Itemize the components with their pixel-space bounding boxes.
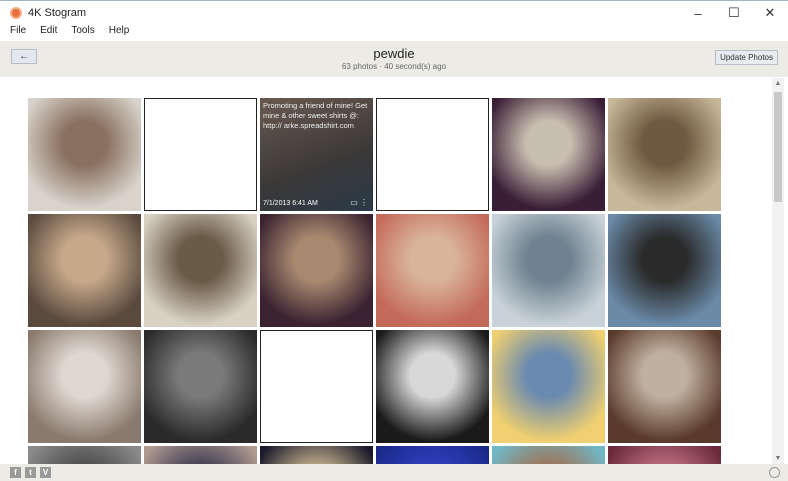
photo-tile[interactable]: [144, 446, 257, 464]
photo-tile[interactable]: [492, 98, 605, 211]
profile-header: ← pewdie 63 photos · 40 second(s) ago Up…: [0, 41, 788, 77]
footer-bar: f t V: [0, 464, 788, 481]
photo-tile[interactable]: [608, 214, 721, 327]
scroll-down-icon[interactable]: ▼: [772, 455, 784, 462]
maximize-button[interactable]: ☐: [716, 1, 752, 25]
scroll-thumb[interactable]: [774, 92, 782, 202]
close-button[interactable]: ✕: [752, 1, 788, 25]
photo-tile[interactable]: [28, 98, 141, 211]
photo-tile[interactable]: [492, 214, 605, 327]
photo-tile[interactable]: [260, 330, 373, 443]
photo-tile[interactable]: [144, 98, 257, 211]
scrollbar[interactable]: ▲ ▼: [772, 78, 784, 464]
vimeo-icon[interactable]: V: [40, 467, 51, 478]
photo-tile[interactable]: [376, 330, 489, 443]
photo-tile[interactable]: [608, 446, 721, 464]
photo-tile[interactable]: [608, 98, 721, 211]
profile-status: 63 photos · 40 second(s) ago: [341, 62, 447, 71]
photo-tile[interactable]: [144, 214, 257, 327]
globe-icon[interactable]: [769, 467, 780, 478]
scroll-up-icon[interactable]: ▲: [772, 80, 784, 87]
photo-tile[interactable]: [28, 330, 141, 443]
photo-tile[interactable]: [376, 214, 489, 327]
app-logo-icon: [10, 7, 22, 19]
update-photos-button[interactable]: Update Photos: [715, 50, 778, 65]
profile-name: pewdie: [373, 46, 415, 61]
photo-tile[interactable]: [28, 214, 141, 327]
photo-tile[interactable]: [608, 330, 721, 443]
photo-tile[interactable]: [28, 446, 141, 464]
photo-tile[interactable]: [376, 446, 489, 464]
twitter-icon[interactable]: t: [25, 467, 36, 478]
photo-grid: Promoting a friend of mine! Get mine & o…: [6, 78, 766, 464]
facebook-icon[interactable]: f: [10, 467, 21, 478]
photo-date: 7/1/2013 6:41 AM: [263, 200, 318, 207]
app-title: 4K Stogram: [28, 7, 87, 19]
photo-caption: Promoting a friend of mine! Get mine & o…: [263, 101, 368, 130]
photo-tile[interactable]: [376, 98, 489, 211]
photo-tile[interactable]: Promoting a friend of mine! Get mine & o…: [260, 98, 373, 211]
title-bar: 4K Stogram – ☐ ✕: [0, 1, 788, 25]
photo-tile[interactable]: [492, 330, 605, 443]
photo-tile[interactable]: [260, 214, 373, 327]
photo-tile[interactable]: [260, 446, 373, 464]
photo-tile[interactable]: [144, 330, 257, 443]
minimize-button[interactable]: –: [680, 1, 716, 25]
photo-actions-icon[interactable]: ▭ ⋮: [350, 198, 368, 207]
photo-tile[interactable]: [492, 446, 605, 464]
